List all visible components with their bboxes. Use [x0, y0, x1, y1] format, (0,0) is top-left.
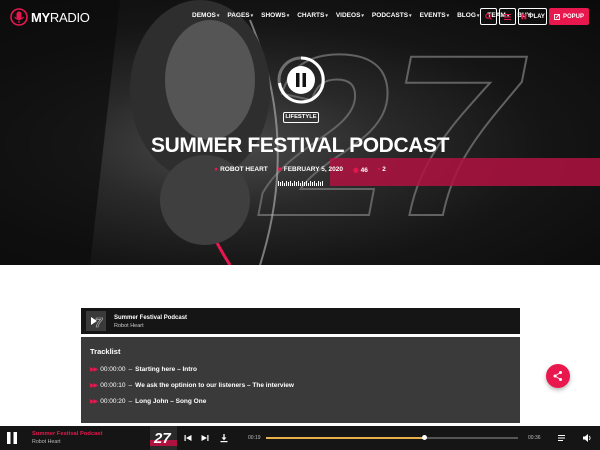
- download-button[interactable]: [219, 433, 229, 443]
- track-item[interactable]: ▶▶ 00:00:20 – Long John – Song One: [90, 398, 206, 405]
- track-name: Starting here – Intro: [135, 366, 197, 373]
- meta-comments[interactable]: ▪ 2: [378, 166, 386, 174]
- player-progress-fill: [266, 437, 425, 439]
- track-separator: –: [128, 366, 133, 373]
- volume-button[interactable]: [582, 433, 592, 443]
- share-button[interactable]: [546, 364, 570, 388]
- play-label: PLAY: [529, 13, 545, 20]
- eye-icon: ◉: [352, 167, 359, 174]
- search-icon: [485, 13, 492, 20]
- bottom-audio-player: Summer Festival Podcast Robot Heart 27 0…: [0, 426, 600, 450]
- site-name: MYRADIO: [31, 9, 90, 25]
- fast-forward-icon: ▶▶: [90, 383, 98, 389]
- menu-shows[interactable]: SHOWS▾: [261, 12, 289, 19]
- track-item[interactable]: ▶▶ 00:00:10 – We ask the optinion to our…: [90, 382, 294, 389]
- schedule-button[interactable]: [499, 8, 516, 25]
- track-name: We ask the optinion to our listeners – T…: [135, 382, 294, 389]
- hero-artwork: 27: [0, 0, 600, 265]
- track-time: 00:00:10: [100, 382, 126, 389]
- tracklist-heading: Tracklist: [90, 347, 121, 356]
- hero-pause-button[interactable]: [276, 55, 326, 105]
- player-track-artist: Robot Heart: [32, 439, 61, 445]
- episode-title: Summer Festival Podcast: [114, 315, 188, 321]
- pause-button[interactable]: [7, 432, 17, 444]
- popup-icon: [554, 13, 560, 20]
- player-track-title: Summer Festival Podcast: [32, 431, 103, 437]
- svg-text:7: 7: [95, 315, 103, 330]
- next-track-button[interactable]: [200, 433, 210, 443]
- track-item[interactable]: ▶▶ 00:00:00 – Starting here – Intro: [90, 366, 197, 373]
- track-name: Long John – Song One: [135, 398, 207, 405]
- meta-date: ■ FEBRUARY 5, 2020: [277, 166, 343, 173]
- player-progress-bar[interactable]: [266, 435, 518, 440]
- player-progress-knob[interactable]: [422, 435, 428, 440]
- menu-videos[interactable]: VIDEOS▾: [336, 12, 364, 19]
- menu-demos[interactable]: DEMOS▾: [192, 12, 219, 19]
- episode-player-card[interactable]: 7 Summer Festival Podcast Robot Heart: [81, 308, 520, 334]
- menu-podcasts[interactable]: PODCASTS▾: [372, 12, 412, 19]
- comment-icon: ▪: [377, 166, 381, 173]
- episode-artist: Robot Heart: [114, 323, 144, 329]
- list-icon: [504, 13, 511, 20]
- meta-views: ◉ 46: [352, 167, 368, 174]
- previous-track-button[interactable]: [183, 433, 193, 443]
- site-logo[interactable]: MYRADIO: [10, 7, 90, 27]
- popup-button[interactable]: POPUP: [549, 8, 589, 25]
- track-separator: –: [128, 382, 133, 389]
- top-navigation: MYRADIO DEMOS▾ PAGES▾ SHOWS▾ CHARTS▾ VID…: [0, 0, 600, 34]
- fast-forward-icon: ▶▶: [90, 399, 98, 405]
- play-button[interactable]: ❚❚ PLAY: [518, 8, 547, 25]
- menu-pages[interactable]: PAGES▾: [227, 12, 253, 19]
- pause-icon: ❚❚: [520, 13, 527, 20]
- share-icon: [553, 371, 562, 381]
- player-artwork: 27: [150, 426, 177, 450]
- player-artwork-number: 27: [153, 430, 171, 447]
- equalizer-icon: [278, 181, 323, 186]
- post-meta: ● ROBOT HEART ■ FEBRUARY 5, 2020 ◉ 46 ▪ 2: [0, 166, 600, 174]
- menu-events[interactable]: EVENTS▾: [420, 12, 450, 19]
- page-title: SUMMER FESTIVAL PODCAST: [150, 134, 450, 157]
- track-time: 00:00:00: [100, 366, 126, 373]
- search-button[interactable]: [480, 8, 497, 25]
- menu-charts[interactable]: CHARTS▾: [297, 12, 328, 19]
- user-icon: ●: [214, 166, 219, 173]
- track-separator: –: [128, 398, 133, 405]
- meta-author[interactable]: ● ROBOT HEART: [214, 166, 268, 174]
- tracklist-panel: Tracklist ▶▶ 00:00:00 – Starting here – …: [81, 337, 520, 423]
- player-thumbnail: 27: [150, 426, 177, 450]
- playlist-button[interactable]: [557, 433, 567, 443]
- play-icon: 7: [86, 311, 106, 331]
- popup-label: POPUP: [562, 13, 584, 20]
- track-time: 00:00:20: [100, 398, 126, 405]
- menu-blog[interactable]: BLOG▾: [457, 12, 479, 19]
- microphone-logo-icon: [10, 8, 28, 26]
- episode-thumbnail: 7: [86, 311, 106, 331]
- hero-banner: 27 MYRADIO DEMOS▾ PAGES▾ SHOWS▾ CHARTS▾ …: [0, 0, 600, 265]
- calendar-icon: ■: [277, 166, 282, 173]
- fast-forward-icon: ▶▶: [90, 367, 98, 373]
- category-badge[interactable]: LIFESTYLE: [283, 112, 319, 123]
- player-current-time: 00:19: [248, 435, 261, 441]
- player-duration: 00:36: [528, 435, 541, 441]
